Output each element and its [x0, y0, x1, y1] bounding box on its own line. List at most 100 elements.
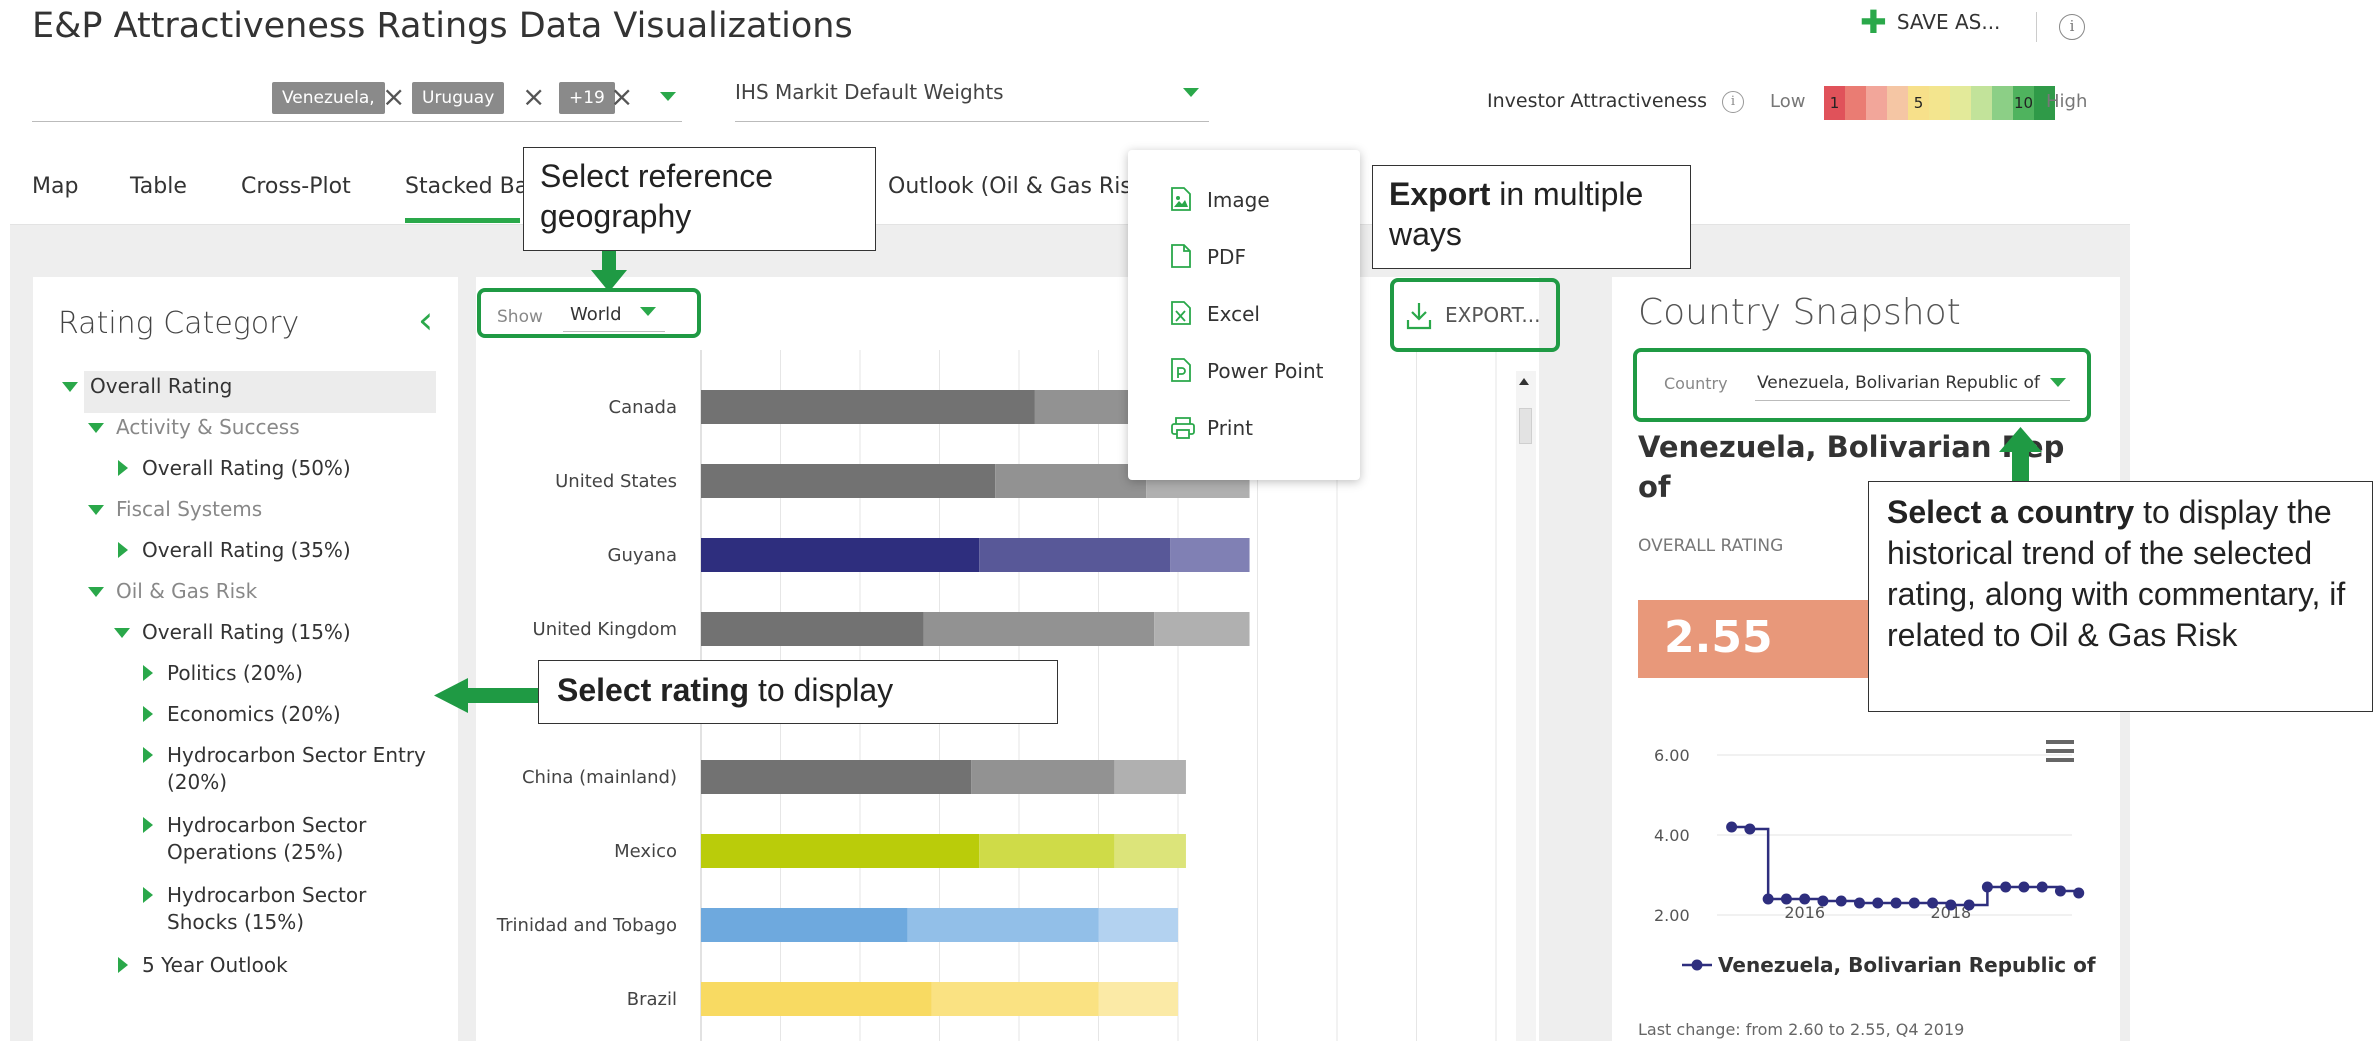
expand-caret-icon[interactable]: [88, 587, 104, 597]
category-label: Brazil: [627, 989, 677, 1010]
collapse-caret-icon[interactable]: [143, 817, 153, 833]
bar-segment[interactable]: [907, 908, 1099, 942]
trend-point[interactable]: [1963, 899, 1975, 911]
collapse-caret-icon[interactable]: [118, 460, 128, 476]
bar-segment[interactable]: [979, 834, 1115, 868]
collapse-caret-icon[interactable]: [143, 747, 153, 763]
bar-segment[interactable]: [701, 834, 980, 868]
rating-tree-item[interactable]: Oil & Gas Risk: [116, 578, 257, 605]
trend-point[interactable]: [1945, 899, 1957, 911]
export-pdf-item[interactable]: PDF: [1207, 245, 1246, 269]
rating-tree-item[interactable]: Overall Rating: [90, 373, 232, 400]
trend-point[interactable]: [1981, 881, 1993, 893]
rating-tree-item[interactable]: Hydrocarbon Sector Operations (25%): [167, 812, 366, 866]
rating-tree-item[interactable]: Activity & Success: [116, 414, 300, 441]
bar-segment[interactable]: [701, 612, 924, 646]
bar-segment[interactable]: [1114, 834, 1186, 868]
info-icon[interactable]: i: [2059, 14, 2085, 40]
bar-segment[interactable]: [931, 982, 1099, 1016]
trend-point[interactable]: [1908, 897, 1920, 909]
expand-caret-icon[interactable]: [88, 423, 104, 433]
chevron-down-icon: [1183, 88, 1199, 97]
investor-attractiveness-label: Investor Attractiveness: [1487, 90, 1708, 112]
annotation-bold: Select rating: [557, 672, 750, 708]
trend-point[interactable]: [1762, 893, 1774, 905]
bar-segment[interactable]: [701, 538, 980, 572]
expand-caret-icon[interactable]: [62, 382, 78, 392]
remove-chip-icon[interactable]: ×: [382, 82, 405, 112]
rating-tree-item[interactable]: Hydrocarbon Sector Entry (20%): [167, 742, 426, 796]
bar-segment[interactable]: [701, 908, 908, 942]
rating-tree-item-label: Hydrocarbon Sector: [167, 883, 367, 907]
remove-chip-icon[interactable]: ×: [522, 82, 545, 112]
bar-segment[interactable]: [1098, 982, 1179, 1016]
bar-segment[interactable]: [701, 390, 1035, 424]
export-print-item[interactable]: Print: [1207, 416, 1253, 440]
trend-point[interactable]: [2073, 887, 2085, 899]
bar-segment[interactable]: [1154, 612, 1250, 646]
tab-map[interactable]: Map: [32, 174, 78, 199]
expand-caret-icon[interactable]: [88, 505, 104, 515]
scrollbar-thumb[interactable]: [1519, 408, 1532, 444]
expand-caret-icon[interactable]: [114, 628, 130, 638]
rating-tree-item[interactable]: Economics (20%): [167, 701, 341, 728]
remove-chip-icon[interactable]: ×: [610, 82, 633, 112]
chevron-down-icon[interactable]: [660, 92, 676, 101]
trend-point[interactable]: [1726, 821, 1738, 833]
rating-tree-item-label: Economics (20%): [167, 702, 341, 726]
annotation-frame: [1633, 348, 2091, 422]
collapse-caret-icon[interactable]: [118, 957, 128, 973]
trend-point[interactable]: [2018, 881, 2030, 893]
chevron-left-icon[interactable]: ‹: [418, 298, 433, 342]
country-multiselect[interactable]: Venezuela, × Uruguay × +19 ×: [32, 78, 682, 122]
export-image-item[interactable]: Image: [1207, 188, 1270, 212]
trend-point[interactable]: [2054, 885, 2066, 897]
tab-table[interactable]: Table: [130, 174, 187, 199]
rating-tree-item[interactable]: Overall Rating (15%): [142, 619, 351, 646]
collapse-caret-icon[interactable]: [143, 887, 153, 903]
collapse-caret-icon[interactable]: [143, 665, 153, 681]
tab-stacked-bar[interactable]: Stacked Ba: [405, 174, 528, 199]
bar-segment[interactable]: [701, 982, 932, 1016]
collapse-caret-icon[interactable]: [143, 706, 153, 722]
trend-point[interactable]: [1854, 897, 1865, 909]
rating-tree-item[interactable]: Hydrocarbon Sector Shocks (15%): [167, 882, 366, 936]
bar-segment[interactable]: [1114, 760, 1186, 794]
rating-tree-item-label: Hydrocarbon Sector Entry: [167, 743, 426, 767]
tab-cross-plot[interactable]: Cross-Plot: [241, 174, 351, 199]
scrollbar[interactable]: [1516, 371, 1536, 1041]
rating-tree-item[interactable]: Overall Rating (35%): [142, 537, 351, 564]
trend-point[interactable]: [1835, 895, 1847, 907]
export-excel-item[interactable]: Excel: [1207, 302, 1260, 326]
trend-point[interactable]: [1872, 897, 1884, 909]
trend-point[interactable]: [2000, 881, 2012, 893]
save-as-button[interactable]: ✚ SAVE AS...: [1860, 6, 2000, 38]
trend-point[interactable]: [1927, 897, 1939, 909]
rating-tree-item[interactable]: 5 Year Outlook: [142, 952, 288, 979]
collapse-caret-icon[interactable]: [118, 542, 128, 558]
scroll-up-icon[interactable]: [1519, 378, 1529, 385]
rating-tree-item[interactable]: Fiscal Systems: [116, 496, 262, 523]
trend-point[interactable]: [1780, 893, 1792, 905]
bar-segment[interactable]: [701, 464, 996, 498]
hamburger-menu-icon[interactable]: [2046, 740, 2074, 767]
bar-segment[interactable]: [701, 760, 972, 794]
weights-select[interactable]: IHS Markit Default Weights: [735, 78, 1209, 122]
bar-segment[interactable]: [971, 760, 1115, 794]
trend-point[interactable]: [1744, 823, 1756, 835]
trend-point[interactable]: [1799, 893, 1811, 905]
rating-tree-item[interactable]: Overall Rating (50%): [142, 455, 351, 482]
info-icon[interactable]: i: [1722, 91, 1744, 113]
trend-point[interactable]: [2036, 881, 2048, 893]
trend-point[interactable]: [1817, 895, 1829, 907]
annotation-arrow: [466, 688, 538, 703]
bar-segment[interactable]: [995, 464, 1147, 498]
bar-segment[interactable]: [923, 612, 1155, 646]
rating-tree-item[interactable]: Politics (20%): [167, 660, 303, 687]
bar-segment[interactable]: [979, 538, 1171, 572]
trend-point[interactable]: [1890, 897, 1902, 909]
tab-outlook[interactable]: Outlook (Oil & Gas Ris: [888, 174, 1132, 199]
bar-segment[interactable]: [1098, 908, 1179, 942]
export-powerpoint-item[interactable]: Power Point: [1207, 359, 1323, 383]
bar-segment[interactable]: [1170, 538, 1250, 572]
